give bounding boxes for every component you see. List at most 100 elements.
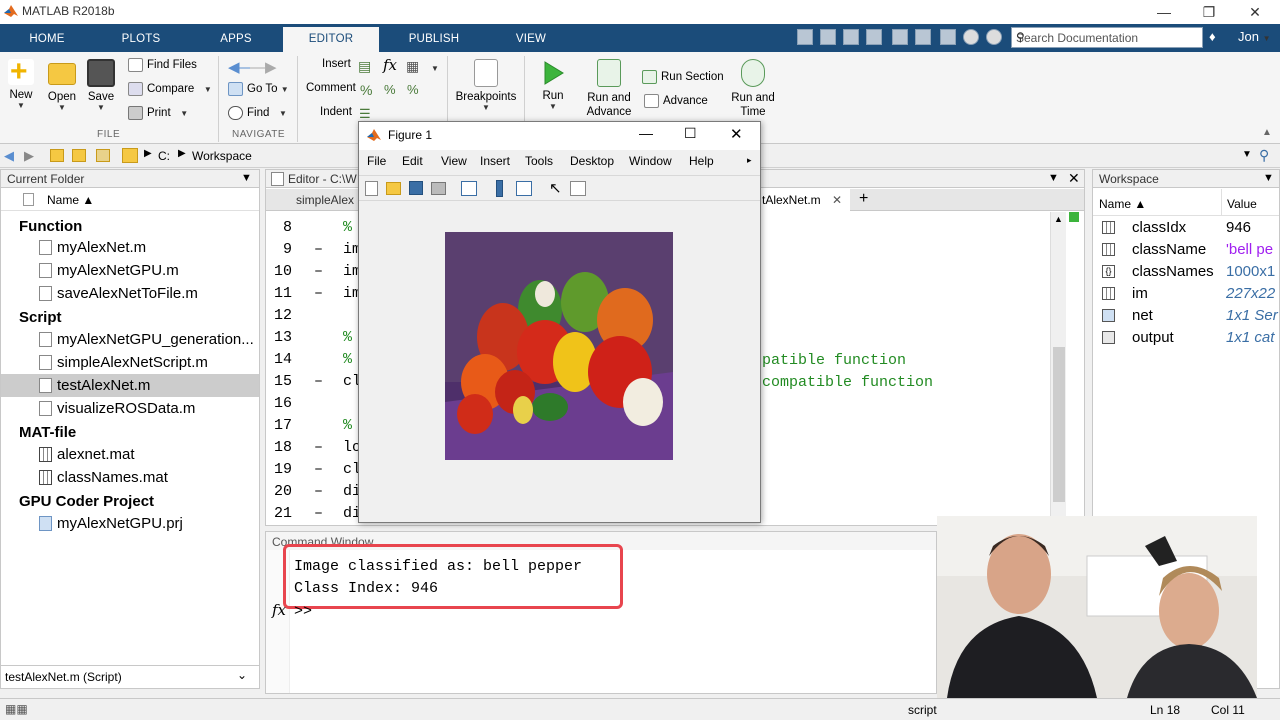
code-line[interactable]: % [343, 329, 352, 346]
save-quick-icon[interactable] [797, 29, 813, 45]
close-button[interactable]: ✕ [1243, 2, 1267, 22]
uncomment-icon[interactable]: % [384, 82, 396, 97]
advance-button[interactable]: Advance [644, 94, 708, 108]
run-section-button[interactable]: Run Section [642, 70, 724, 84]
breakpoint-marker[interactable]: – [314, 439, 323, 456]
figure-menu-window[interactable]: Window [629, 154, 672, 168]
plot-tools-icon[interactable] [570, 181, 586, 196]
breakpoint-marker[interactable]: – [314, 483, 323, 500]
list-item[interactable]: saveAlexNetToFile.m [1, 282, 259, 305]
code-line[interactable]: % [343, 417, 352, 434]
list-item[interactable]: classNames.mat [1, 466, 259, 489]
paste-quick-icon[interactable] [866, 29, 882, 45]
panel-menu-icon[interactable]: ▼ [241, 172, 252, 184]
group-mat-file[interactable]: MAT-file [1, 421, 259, 444]
browse-folder-icon[interactable] [72, 149, 86, 162]
save-figure-icon[interactable] [409, 181, 423, 195]
print-button[interactable]: Print ▼ [128, 106, 188, 120]
breakpoints-button[interactable]: Breakpoints ▼ [455, 59, 517, 112]
group-function[interactable]: Function [1, 215, 259, 238]
help-icon[interactable] [963, 29, 979, 45]
figure-minimize-button[interactable]: — [639, 125, 653, 141]
code-analyzer-icon[interactable] [1069, 212, 1079, 222]
list-item[interactable]: myAlexNetGPU_generation... [1, 328, 259, 351]
breakpoint-marker[interactable]: – [314, 461, 323, 478]
editor-scrollbar[interactable]: ▲ [1050, 212, 1066, 524]
compare-button[interactable]: Compare ▼ [128, 82, 212, 96]
address-drive[interactable]: C: [158, 149, 170, 163]
colorbar-icon[interactable] [496, 180, 503, 197]
forward-nav-icon[interactable]: ―▶ [250, 58, 277, 76]
find-files-button[interactable]: Find Files [128, 58, 197, 72]
code-line[interactable]: % [343, 219, 352, 236]
code-line[interactable]: % [343, 351, 352, 368]
go-to-button[interactable]: Go To ▼ [228, 82, 289, 96]
group-gpu-coder-project[interactable]: GPU Coder Project [1, 490, 259, 513]
search-folder-icon[interactable] [96, 149, 110, 162]
group-script[interactable]: Script [1, 306, 259, 329]
new-tab-icon[interactable]: + [859, 190, 868, 208]
list-item[interactable]: alexnet.mat [1, 443, 259, 466]
table-row[interactable]: net 1x1 Ser [1092, 305, 1280, 327]
copy-quick-icon[interactable] [843, 29, 859, 45]
figure-menu-more-icon[interactable]: ▸ [747, 155, 752, 166]
list-item[interactable]: myAlexNetGPU.m [1, 259, 259, 282]
breakpoint-marker[interactable]: – [314, 373, 323, 390]
tab-close-icon[interactable]: ✕ [832, 193, 842, 207]
name-column-header[interactable]: Name ▲ [47, 193, 94, 207]
figure-close-button[interactable]: ✕ [730, 125, 743, 143]
back-icon[interactable]: ◀ [4, 148, 14, 164]
table-row[interactable]: im 227x22 [1092, 283, 1280, 305]
new-button[interactable]: + New ▼ [6, 55, 36, 110]
redo-quick-icon[interactable] [915, 29, 931, 45]
indent-button[interactable]: Indent [320, 106, 352, 118]
forward-icon[interactable]: ▶ [24, 148, 34, 164]
insert-button[interactable]: Insert [322, 58, 351, 70]
list-item[interactable]: visualizeROSData.m [1, 397, 259, 420]
address-folder[interactable]: Workspace [192, 149, 252, 163]
tab-publish[interactable]: PUBLISH [398, 27, 470, 52]
wrap-comment-icon[interactable]: % [407, 82, 419, 97]
switch-windows-icon[interactable] [940, 29, 956, 45]
table-row[interactable]: className'bell pe [1092, 239, 1280, 261]
print-figure-icon[interactable] [431, 182, 446, 195]
breakpoint-marker[interactable]: – [314, 241, 323, 258]
table-row[interactable]: {} classNames 1000x1 [1092, 261, 1280, 283]
figure-menu-help[interactable]: Help [689, 154, 714, 168]
tab-editor[interactable]: EDITOR [283, 27, 379, 52]
editor-close-icon[interactable]: ✕ [1068, 170, 1080, 187]
address-search-icon[interactable]: ⚲ [1259, 147, 1269, 164]
figure-menu-desktop[interactable]: Desktop [570, 154, 614, 168]
details-bar[interactable]: testAlexNet.m (Script) ⌄ [1, 665, 259, 687]
cut-quick-icon[interactable] [820, 29, 836, 45]
pointer-icon[interactable]: ↖ [549, 179, 562, 197]
insert-dropdown[interactable]: ▼ [431, 60, 439, 74]
minimize-button[interactable]: — [1152, 2, 1176, 22]
legend-icon[interactable] [516, 181, 532, 196]
save-button[interactable]: Save ▼ [86, 59, 116, 112]
figure-menu-tools[interactable]: Tools [525, 154, 553, 168]
list-item-selected[interactable]: testAlexNet.m [1, 374, 259, 397]
tab-view[interactable]: VIEW [500, 27, 562, 52]
tab-plots[interactable]: PLOTS [110, 27, 172, 52]
tab-home[interactable]: HOME [18, 27, 76, 52]
undo-quick-icon[interactable] [892, 29, 908, 45]
search-documentation-input[interactable]: Search Documentation ⚲ [1011, 27, 1203, 48]
run-and-time-button[interactable]: Run and Time [730, 59, 776, 119]
ws-value-header[interactable]: Value [1227, 197, 1257, 211]
tab-apps[interactable]: APPS [205, 27, 267, 52]
editor-menu-icon[interactable]: ▼ [1048, 172, 1059, 184]
details-toggle-icon[interactable]: ⌄ [237, 668, 247, 682]
maximize-button[interactable]: ❐ [1197, 2, 1221, 22]
link-plot-icon[interactable] [461, 181, 477, 196]
editor-tab-simple[interactable]: simpleAlex [296, 193, 354, 207]
figure-menu-view[interactable]: View [441, 154, 467, 168]
new-figure-icon[interactable] [365, 181, 378, 196]
user-menu[interactable]: Jon ▼ [1238, 29, 1271, 44]
figure-menu-edit[interactable]: Edit [402, 154, 423, 168]
ws-name-header[interactable]: Name ▲ [1099, 197, 1146, 211]
find-button[interactable]: Find ▼ [228, 106, 287, 120]
run-button[interactable]: Run ▼ [538, 59, 568, 111]
breakpoint-marker[interactable]: – [314, 505, 323, 522]
breakpoint-marker[interactable]: – [314, 285, 323, 302]
